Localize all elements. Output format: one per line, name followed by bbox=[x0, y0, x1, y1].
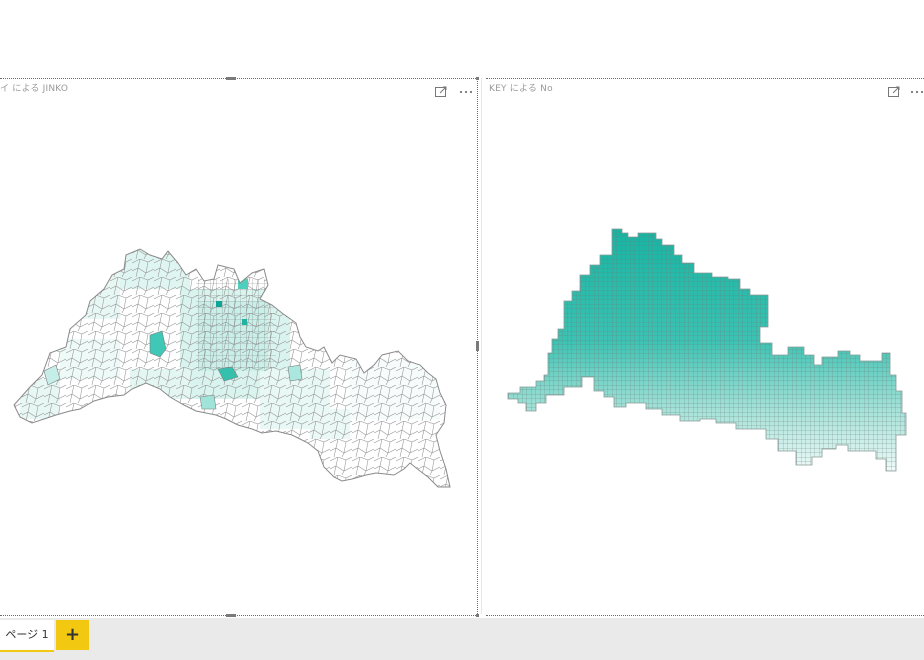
choropleth-map[interactable] bbox=[0, 79, 477, 615]
visual-divider bbox=[481, 78, 482, 614]
grid-heatmap[interactable] bbox=[486, 79, 924, 615]
plus-icon: + bbox=[64, 624, 81, 645]
resize-handle-bottom[interactable] bbox=[226, 614, 236, 617]
grid-cells bbox=[508, 229, 906, 471]
add-page-button[interactable]: + bbox=[56, 620, 89, 650]
filled-map-visual-jinko[interactable]: イ による JINKO bbox=[0, 77, 479, 617]
resize-handle-corner[interactable] bbox=[476, 77, 479, 80]
page-tab-1[interactable]: ページ 1 bbox=[0, 620, 54, 652]
resize-handle-right[interactable] bbox=[476, 341, 479, 351]
grid-map-visual-no[interactable]: KEY による No bbox=[486, 78, 924, 616]
resize-handle-corner-bottom[interactable] bbox=[476, 614, 479, 617]
page-tab-bar: ページ 1 + bbox=[0, 618, 924, 660]
resize-handle-top[interactable] bbox=[226, 77, 236, 80]
report-canvas: イ による JINKO KEY による No ページ 1 + bbox=[0, 0, 924, 660]
